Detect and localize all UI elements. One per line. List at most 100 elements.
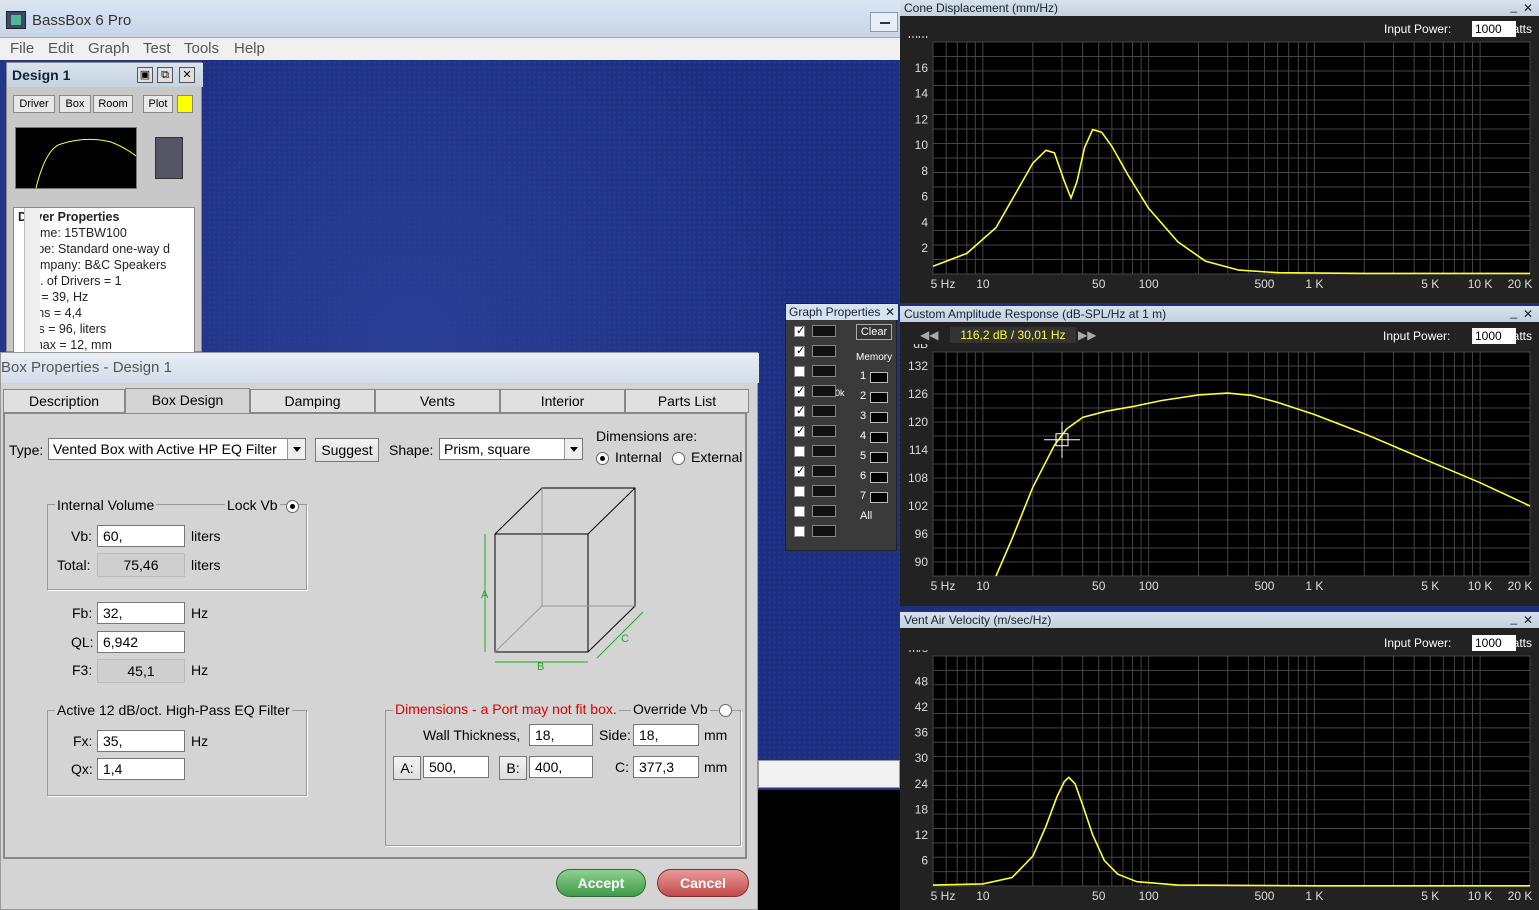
shape-select[interactable]: Prism, square bbox=[439, 438, 583, 460]
type-select[interactable]: Vented Box with Active HP EQ Filter bbox=[48, 438, 306, 460]
override-vb-radio[interactable] bbox=[719, 704, 732, 717]
tab-interior[interactable]: Interior bbox=[500, 389, 625, 413]
chevron-down-icon bbox=[287, 439, 305, 459]
b-input[interactable]: 400, bbox=[529, 756, 593, 778]
x-tick-label: 5 Hz bbox=[931, 889, 956, 903]
copy-icon[interactable]: ⧉ bbox=[157, 67, 173, 83]
memory-slot[interactable] bbox=[870, 492, 888, 503]
room-button[interactable]: Room bbox=[93, 95, 133, 113]
memory-slot[interactable] bbox=[870, 452, 888, 463]
shape-label: Shape: bbox=[389, 442, 434, 458]
x-tick-label: 10 bbox=[976, 277, 990, 291]
memory-slot-label[interactable]: 7 bbox=[860, 490, 866, 502]
cancel-button[interactable]: Cancel bbox=[657, 869, 749, 897]
graph-option-checkbox[interactable] bbox=[794, 366, 805, 377]
memory-slot[interactable] bbox=[870, 392, 888, 403]
minimize-icon[interactable]: _ bbox=[1510, 610, 1517, 626]
accept-button[interactable]: Accept bbox=[556, 869, 646, 897]
menu-tools[interactable]: Tools bbox=[184, 40, 219, 57]
menu-edit[interactable]: Edit bbox=[48, 40, 74, 57]
y-tick-label: 90 bbox=[915, 555, 929, 569]
side-input[interactable]: 18, bbox=[633, 724, 699, 746]
graph-option-checkbox[interactable] bbox=[794, 506, 805, 517]
memory-slot-label[interactable]: 3 bbox=[860, 410, 866, 422]
minimize-icon[interactable]: _ bbox=[1510, 0, 1517, 14]
vb-input[interactable]: 60, bbox=[97, 525, 185, 547]
watts-label: watts bbox=[1504, 22, 1533, 36]
tab-box-design[interactable]: Box Design bbox=[125, 388, 250, 414]
graph-option-checkbox[interactable] bbox=[794, 446, 805, 457]
memory-slot-label[interactable]: All bbox=[860, 510, 872, 522]
y-unit-label: dB bbox=[913, 344, 928, 351]
b-button[interactable]: B: bbox=[499, 756, 527, 780]
tab-vents[interactable]: Vents bbox=[375, 389, 500, 413]
memory-slot[interactable] bbox=[870, 472, 888, 483]
memory-slot[interactable] bbox=[870, 412, 888, 423]
y-tick-label: 16 bbox=[915, 61, 929, 75]
suggest-button[interactable]: Suggest bbox=[315, 438, 379, 462]
graph-option-icon bbox=[812, 325, 836, 337]
graph-option-checkbox[interactable] bbox=[794, 384, 805, 397]
graph-option-checkbox[interactable] bbox=[794, 324, 805, 337]
close-icon[interactable]: ✕ bbox=[179, 67, 195, 83]
prev-arrow-icon[interactable]: ◀◀ bbox=[920, 328, 938, 342]
wall-input[interactable]: 18, bbox=[529, 724, 593, 746]
graph-plot[interactable]: 132 126 120 114 108 102 96 90 dB 5 Hz 10 50 100 500 1 … bbox=[900, 344, 1539, 604]
fb-input[interactable]: 32, bbox=[97, 602, 185, 624]
lock-vb-radio[interactable] bbox=[286, 500, 299, 513]
menu-graph[interactable]: Graph bbox=[88, 40, 130, 57]
menu-test[interactable]: Test bbox=[143, 40, 171, 57]
graph-option-checkbox[interactable] bbox=[794, 344, 805, 357]
input-power-label: Input Power: bbox=[1383, 329, 1451, 343]
qx-input[interactable]: 1,4 bbox=[97, 758, 185, 780]
graph-plot[interactable]: 48 42 36 30 24 18 12 6 m/s 5 Hz 10 50 100 500 1 K 5 K 10… bbox=[900, 650, 1539, 908]
y-tick-label: 12 bbox=[915, 112, 929, 126]
mini-graph[interactable] bbox=[15, 127, 137, 189]
next-arrow-icon[interactable]: ▶▶ bbox=[1078, 328, 1096, 342]
c-input[interactable]: 377,3 bbox=[633, 756, 699, 778]
clear-button[interactable]: Clear bbox=[856, 324, 892, 340]
driver-button[interactable]: Driver bbox=[13, 95, 55, 113]
memory-slot-label[interactable]: 6 bbox=[860, 470, 866, 482]
close-icon[interactable]: ✕ bbox=[1523, 306, 1533, 322]
tab-description[interactable]: Description bbox=[3, 389, 125, 413]
tab-parts-list[interactable]: Parts List bbox=[625, 389, 749, 413]
close-icon[interactable]: ✕ bbox=[1523, 612, 1533, 628]
ql-input[interactable]: 6,942 bbox=[97, 631, 185, 653]
graph-option-checkbox[interactable] bbox=[794, 404, 805, 417]
close-icon[interactable]: ✕ bbox=[1523, 0, 1533, 16]
graph-option-checkbox[interactable] bbox=[794, 526, 805, 537]
memory-slot-label[interactable]: 2 bbox=[860, 390, 866, 402]
speaker-icon[interactable] bbox=[155, 137, 183, 179]
graph-option-checkbox[interactable] bbox=[794, 424, 805, 437]
memory-slot-label[interactable]: 1 bbox=[860, 370, 866, 382]
a-button[interactable]: A: bbox=[393, 756, 421, 780]
props-scrollbar[interactable] bbox=[24, 208, 40, 352]
internal-radio[interactable] bbox=[596, 452, 609, 465]
fx-unit: Hz bbox=[191, 733, 209, 749]
menu-file[interactable]: File bbox=[10, 40, 34, 57]
design-header: Design 1 ▣ ⧉ ✕ bbox=[7, 63, 203, 87]
close-icon[interactable]: ✕ bbox=[885, 304, 895, 320]
minimize-icon[interactable]: _ bbox=[1510, 304, 1517, 320]
a-input[interactable]: 500, bbox=[423, 756, 489, 778]
box-button[interactable]: Box bbox=[59, 95, 91, 113]
memory-slot-label[interactable]: 5 bbox=[860, 450, 866, 462]
graph-option-checkbox[interactable] bbox=[794, 464, 805, 477]
graph-option-checkbox[interactable] bbox=[794, 486, 805, 497]
tab-damping[interactable]: Damping bbox=[250, 389, 375, 413]
vent-velocity-graph: Vent Air Velocity (m/sec/Hz) _ ✕ Input Pow… bbox=[900, 610, 1539, 910]
app-title: BassBox 6 Pro bbox=[32, 12, 132, 29]
minimize-button[interactable] bbox=[870, 12, 898, 32]
memory-slot-label[interactable]: 4 bbox=[860, 430, 866, 442]
color-swatch[interactable] bbox=[177, 95, 193, 113]
memory-slot[interactable] bbox=[870, 372, 888, 383]
plot-button[interactable]: Plot bbox=[143, 95, 173, 113]
menu-help[interactable]: Help bbox=[234, 40, 265, 57]
external-radio[interactable] bbox=[672, 452, 685, 465]
graph-plot[interactable]: 16 14 12 10 8 6 4 2 mm 5 Hz 10 50 100 500 1 K 5 K 10 K 20… bbox=[900, 36, 1539, 301]
fx-input[interactable]: 35, bbox=[97, 730, 185, 752]
save-icon[interactable]: ▣ bbox=[137, 67, 153, 83]
dim-c-label: C bbox=[621, 633, 629, 645]
memory-slot[interactable] bbox=[870, 432, 888, 443]
